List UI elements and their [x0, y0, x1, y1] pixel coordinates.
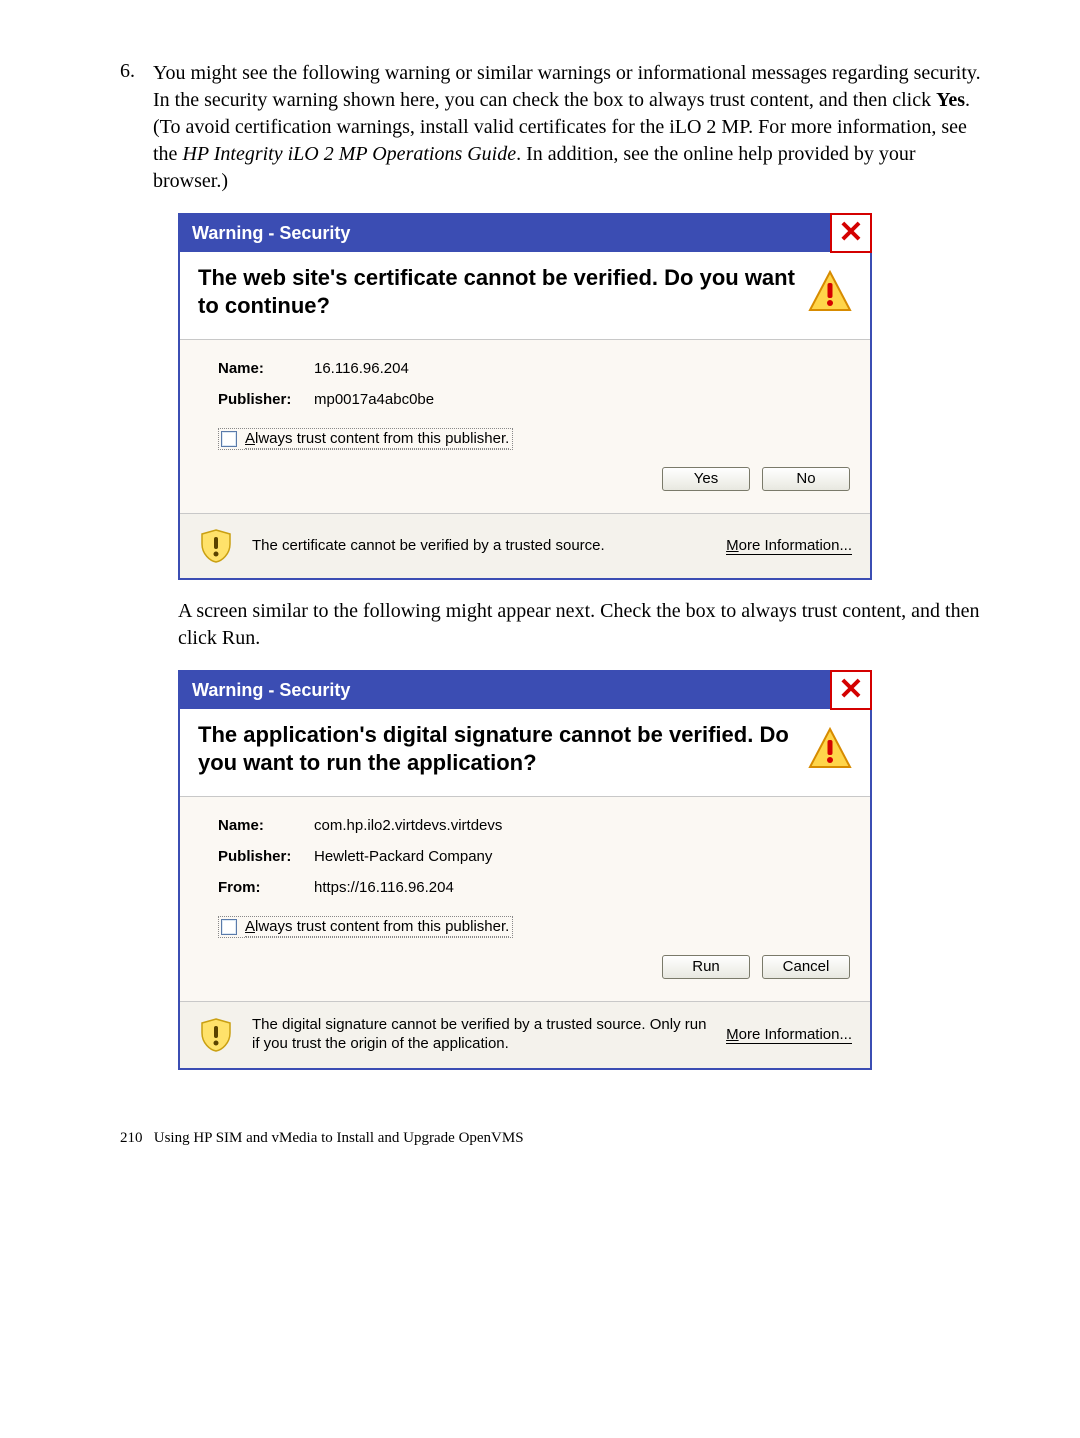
- checkbox-text: lways trust content from this publisher.: [255, 430, 509, 447]
- publisher-field: Publisher: Hewlett-Packard Company: [218, 848, 850, 865]
- step-text: You might see the following warning or s…: [153, 60, 990, 195]
- name-field: Name: com.hp.ilo2.virtdevs.virtdevs: [218, 817, 850, 834]
- title-bar: Warning - Security ✕: [180, 215, 870, 252]
- dialog-body: Name: com.hp.ilo2.virtdevs.virtdevs Publ…: [180, 797, 870, 1001]
- publisher-label: Publisher:: [218, 391, 314, 408]
- publisher-label: Publisher:: [218, 848, 314, 865]
- more-info-text: ore Information...: [739, 1026, 852, 1043]
- dialog-title: Warning - Security: [192, 680, 350, 700]
- middle-text-pre: A screen similar to the following might …: [178, 600, 979, 649]
- heading-row: The application's digital signature cann…: [180, 709, 870, 797]
- dialog-footer: The digital signature cannot be verified…: [180, 1001, 870, 1068]
- from-field: From: https://16.116.96.204: [218, 879, 850, 896]
- footer-text: The certificate cannot be verified by a …: [252, 537, 726, 556]
- publisher-value: Hewlett-Packard Company: [314, 848, 492, 865]
- close-icon: ✕: [838, 218, 863, 248]
- name-field: Name: 16.116.96.204: [218, 360, 850, 377]
- from-label: From:: [218, 879, 314, 896]
- middle-text-post: .: [255, 627, 260, 649]
- name-value: com.hp.ilo2.virtdevs.virtdevs: [314, 817, 502, 834]
- from-value: https://16.116.96.204: [314, 879, 454, 896]
- page-footer-text: Using HP SIM and vMedia to Install and U…: [154, 1130, 524, 1146]
- checkbox-mnemonic: A: [245, 918, 255, 935]
- step-text-pre: You might see the following warning or s…: [153, 62, 981, 111]
- shield-warning-icon: [198, 1017, 234, 1053]
- shield-warning-icon: [198, 528, 234, 564]
- warning-triangle-icon: [808, 727, 852, 771]
- name-value: 16.116.96.204: [314, 360, 409, 377]
- publisher-value: mp0017a4abc0be: [314, 391, 434, 408]
- run-button[interactable]: Run: [662, 955, 750, 979]
- footer-text: The digital signature cannot be verified…: [252, 1016, 726, 1054]
- button-row: Run Cancel: [218, 939, 850, 985]
- security-warning-dialog-1: Warning - Security ✕ The web site's cert…: [178, 213, 872, 580]
- page-number: 210: [120, 1130, 143, 1146]
- checkbox-label: Always trust content from this publisher…: [245, 430, 509, 449]
- yes-button[interactable]: Yes: [662, 467, 750, 491]
- checkbox-icon[interactable]: [221, 431, 237, 447]
- cancel-button[interactable]: Cancel: [762, 955, 850, 979]
- name-label: Name:: [218, 817, 314, 834]
- dialog-title: Warning - Security: [192, 223, 350, 243]
- dialog-body: Name: 16.116.96.204 Publisher: mp0017a4a…: [180, 340, 870, 513]
- trust-publisher-checkbox-row[interactable]: Always trust content from this publisher…: [218, 428, 513, 450]
- title-bar: Warning - Security ✕: [180, 672, 870, 709]
- trust-publisher-checkbox-row[interactable]: Always trust content from this publisher…: [218, 916, 513, 938]
- publisher-field: Publisher: mp0017a4abc0be: [218, 391, 850, 408]
- more-info-text: ore Information...: [739, 537, 852, 554]
- middle-paragraph: A screen similar to the following might …: [178, 598, 990, 652]
- step-text-bold-yes: Yes: [936, 89, 965, 111]
- more-information-link[interactable]: More Information...: [726, 537, 852, 555]
- checkbox-icon[interactable]: [221, 919, 237, 935]
- heading-row: The web site's certificate cannot be ver…: [180, 252, 870, 340]
- button-row: Yes No: [218, 451, 850, 497]
- close-icon: ✕: [838, 675, 863, 705]
- middle-text-bold: Run: [222, 627, 255, 649]
- more-info-mnemonic: M: [726, 537, 739, 554]
- dialog-heading: The web site's certificate cannot be ver…: [198, 264, 808, 319]
- checkbox-mnemonic: A: [245, 430, 255, 447]
- name-label: Name:: [218, 360, 314, 377]
- more-info-mnemonic: M: [726, 1026, 739, 1043]
- step-6: 6. You might see the following warning o…: [120, 60, 990, 195]
- warning-triangle-icon: [808, 270, 852, 314]
- close-button[interactable]: ✕: [830, 670, 872, 710]
- step-number: 6.: [120, 60, 153, 195]
- checkbox-label: Always trust content from this publisher…: [245, 918, 509, 937]
- more-information-link[interactable]: More Information...: [726, 1026, 852, 1044]
- security-warning-dialog-2: Warning - Security ✕ The application's d…: [178, 670, 872, 1070]
- close-button[interactable]: ✕: [830, 213, 872, 253]
- dialog-footer: The certificate cannot be verified by a …: [180, 513, 870, 578]
- no-button[interactable]: No: [762, 467, 850, 491]
- page-footer: 210 Using HP SIM and vMedia to Install a…: [120, 1130, 990, 1147]
- step-text-italic: HP Integrity iLO 2 MP Operations Guide: [182, 143, 516, 165]
- dialog-heading: The application's digital signature cann…: [198, 721, 808, 776]
- checkbox-text: lways trust content from this publisher.: [255, 918, 509, 935]
